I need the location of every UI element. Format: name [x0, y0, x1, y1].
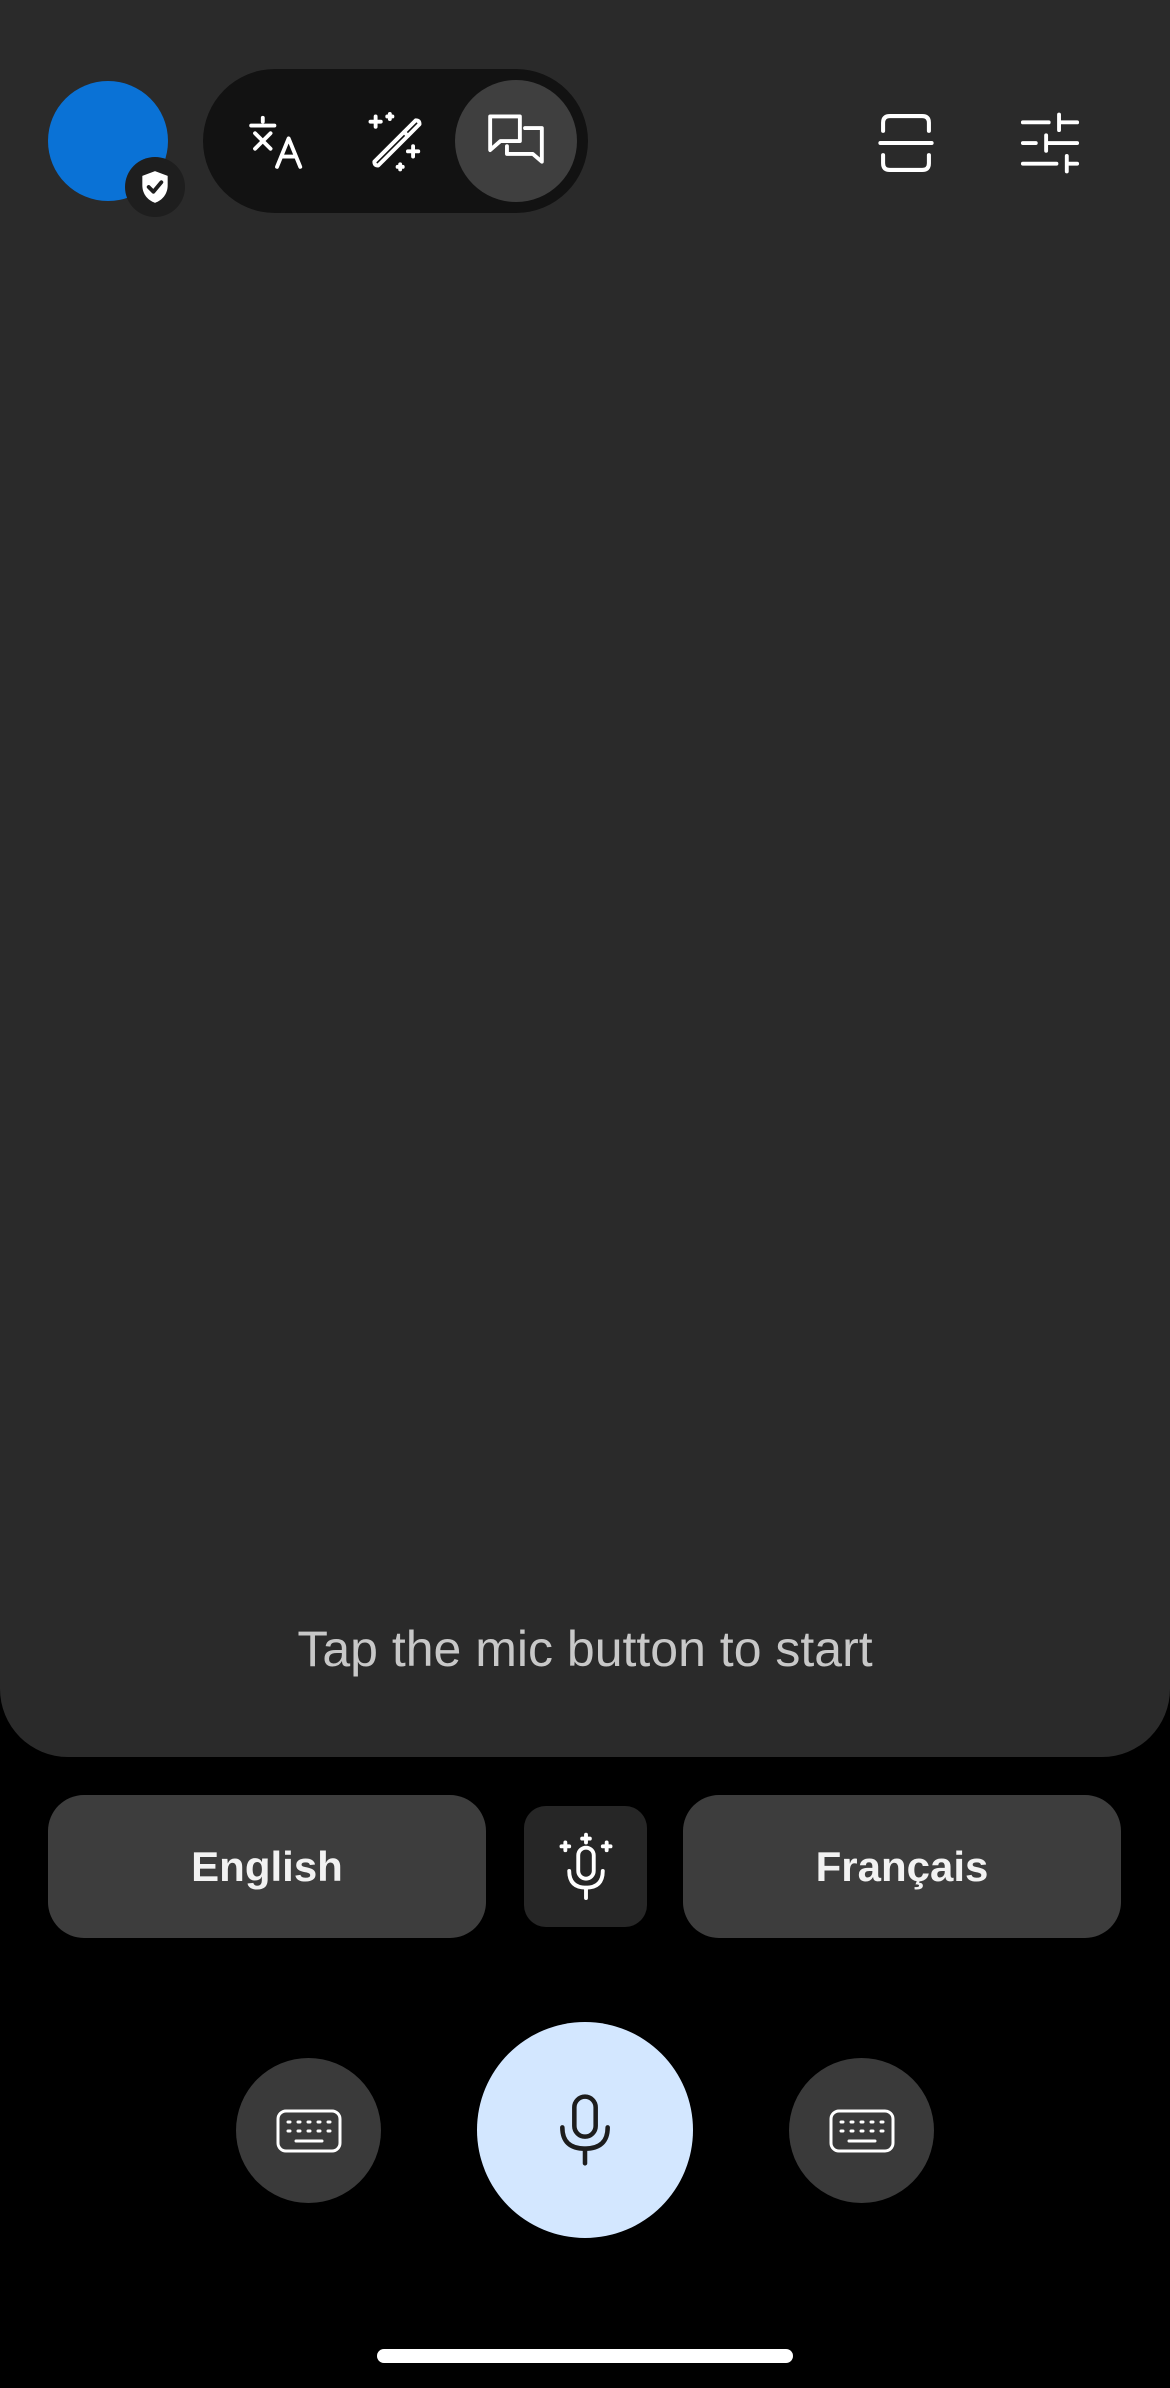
- left-keyboard-button[interactable]: [236, 2058, 381, 2203]
- avatar-badge: [125, 157, 185, 217]
- scan-icon: [878, 114, 934, 172]
- mode-write-button[interactable]: [334, 80, 456, 202]
- scan-button[interactable]: [861, 98, 951, 188]
- settings-sliders-icon: [1020, 112, 1080, 174]
- conversation-panel: Tap the mic button to start: [0, 0, 1170, 1757]
- right-keyboard-button[interactable]: [789, 2058, 934, 2203]
- auto-mic-button[interactable]: [524, 1806, 647, 1927]
- settings-button[interactable]: [1005, 98, 1095, 188]
- auto-mic-icon: [559, 1832, 612, 1900]
- home-indicator[interactable]: [377, 2349, 793, 2363]
- shield-check-icon: [142, 171, 168, 203]
- target-language-button[interactable]: Français: [683, 1795, 1121, 1938]
- mic-button[interactable]: [477, 2022, 693, 2238]
- keyboard-icon: [276, 2109, 341, 2152]
- start-hint: Tap the mic button to start: [297, 1621, 873, 1677]
- magic-pen-icon: [368, 111, 422, 172]
- mic-icon: [560, 2094, 610, 2166]
- conversation-icon: [488, 114, 544, 164]
- source-language-button[interactable]: English: [48, 1795, 486, 1938]
- keyboard-icon: [829, 2109, 894, 2152]
- translate-icon: [249, 115, 303, 169]
- mode-switcher: [203, 69, 588, 213]
- mode-conversation-button[interactable]: [455, 80, 577, 202]
- mode-translate-button[interactable]: [216, 80, 338, 202]
